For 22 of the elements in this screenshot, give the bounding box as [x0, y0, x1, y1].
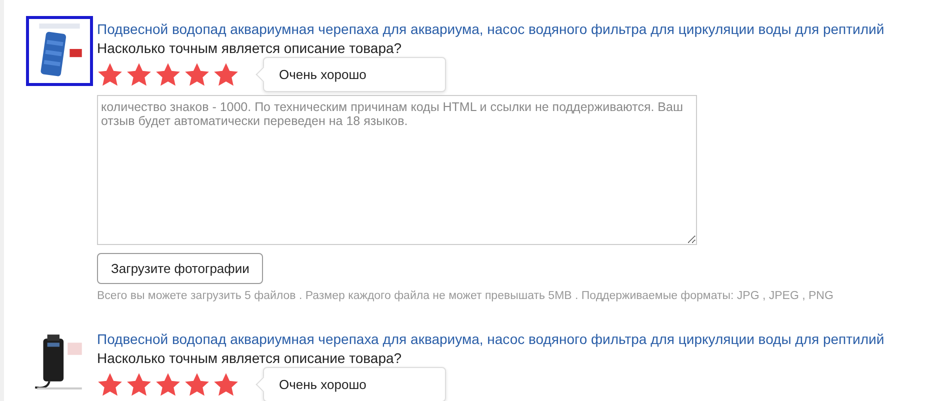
rating-tooltip: Очень хорошо: [255, 56, 447, 94]
star-icon[interactable]: [126, 62, 152, 88]
star-icon[interactable]: [97, 372, 123, 398]
upload-photos-button[interactable]: Загрузите фотографии: [97, 253, 264, 284]
review-field[interactable]: количество знаков - 1000. По техническим причинам коды HTML и ссылки не поддерживаются. Ваш отзыв будет автоматически переведен на 18 языков.: [97, 95, 697, 245]
star-icon[interactable]: [184, 372, 210, 398]
star-icon[interactable]: [155, 62, 181, 88]
upload-note: Всего вы можете загрузить 5 файлов . Размер каждого файла не может превышать 5MB . Поддерживаемые форматы: JPG , JPEG , PNG: [97, 290, 834, 302]
star-icon[interactable]: [184, 62, 210, 88]
product-title-link[interactable]: Подвесной водопад аквариумная черепаха для аквариума, насос водяного фильтра для циркуляции воды для рептилий: [97, 330, 884, 349]
rating-question: Насколько точным является описание товара?: [97, 349, 403, 367]
rating-question: Насколько точным является описание товара?: [97, 39, 403, 57]
star-rating[interactable]: [97, 372, 239, 398]
star-icon[interactable]: [213, 62, 239, 88]
star-icon[interactable]: [126, 372, 152, 398]
product-title-link[interactable]: Подвесной водопад аквариумная черепаха для аквариума, насос водяного фильтра для циркуляции воды для рептилий: [97, 20, 884, 39]
star-icon[interactable]: [213, 372, 239, 398]
star-rating[interactable]: [97, 62, 239, 88]
star-icon[interactable]: [155, 372, 181, 398]
star-icon[interactable]: [97, 62, 123, 88]
product-thumbnail[interactable]: [26, 16, 93, 86]
rating-tooltip: Очень хорошо: [255, 366, 447, 401]
